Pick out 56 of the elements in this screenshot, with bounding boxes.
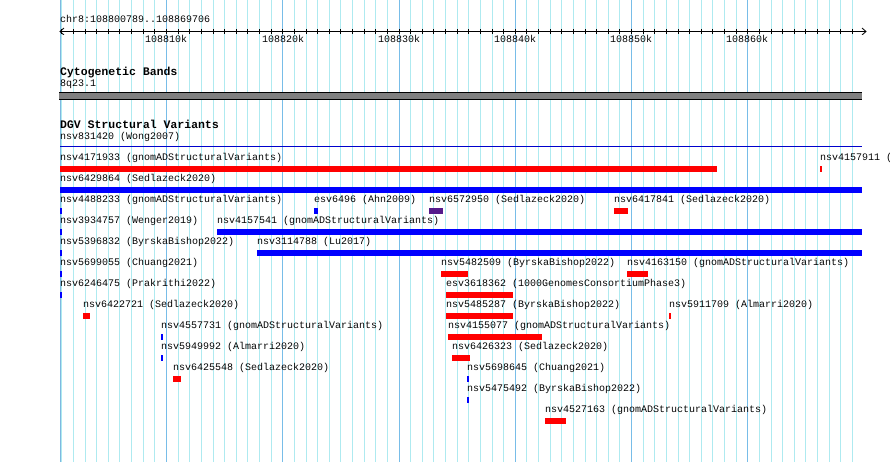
variant-label: nsv4488233 (gnomADStructuralVariants) — [60, 195, 282, 207]
variant-label: nsv6572950 (Sedlazeck2020) — [429, 195, 586, 207]
variant-label: nsv4157911 ( — [820, 153, 890, 165]
variant-bar[interactable] — [452, 355, 470, 361]
variant-bar[interactable] — [446, 313, 513, 319]
variant-bar[interactable] — [446, 292, 513, 298]
variant-label: nsv5482509 (ByrskaBishop2022) — [441, 258, 616, 270]
variant-bar[interactable] — [441, 271, 468, 277]
track-title: Cytogenetic Bands — [60, 67, 178, 79]
variant-bar[interactable] — [314, 208, 318, 214]
variant-label: esv6496 (Ahn2009) — [314, 195, 416, 207]
variant-line[interactable] — [60, 146, 862, 147]
track-title: DGV Structural Variants — [60, 120, 219, 132]
variant-bar[interactable] — [257, 250, 862, 256]
variant-label: nsv4557731 (gnomADStructuralVariants) — [161, 321, 384, 333]
variant-bar[interactable] — [60, 166, 717, 172]
variant-bar[interactable] — [83, 313, 90, 319]
variant-label: nsv6426323 (Sedlazeck2020) — [452, 342, 608, 354]
variant-label: nsv6429864 (Sedlazeck2020) — [60, 174, 216, 186]
variant-label: nsv6417841 (Sedlazeck2020) — [614, 195, 770, 207]
variant-label: nsv5699055 (Chuang2021) — [60, 258, 198, 270]
band-label: 8q23.1 — [60, 79, 96, 91]
variant-label: nsv5911709 (Almarri2020) — [669, 300, 814, 312]
variant-bar[interactable] — [448, 334, 542, 340]
variant-label: nsv6425548 (Sedlazeck2020) — [173, 363, 330, 375]
variant-label: nsv4527163 (gnomADStructuralVariants) — [545, 405, 768, 417]
variant-label: nsv4157541 (gnomADStructuralVariants) — [217, 216, 440, 228]
variant-label: nsv3114788 (Lu2017) — [257, 237, 372, 249]
tick-label: 108820k — [262, 35, 304, 47]
variant-bar[interactable] — [60, 187, 862, 193]
region-label: chr8:108800789..108869706 — [60, 15, 210, 27]
tick-label: 108830k — [378, 35, 420, 47]
variant-label: nsv4155077 (gnomADStructuralVariants) — [448, 321, 670, 333]
variant-label: esv3618362 (1000GenomesConsortiumPhase3) — [446, 279, 686, 291]
variant-label: nsv831420 (Wong2007) — [60, 132, 180, 144]
variant-bar[interactable] — [217, 229, 862, 235]
variant-label: nsv4163150 (gnomADStructuralVariants) — [627, 258, 850, 270]
variant-label: nsv5698645 (Chuang2021) — [467, 363, 606, 375]
variant-bar[interactable] — [627, 271, 648, 277]
variant-label: nsv6246475 (Prakrithi2022) — [60, 279, 216, 291]
tick-label: 108810k — [145, 35, 187, 47]
variant-label: nsv5475492 (ByrskaBishop2022) — [467, 384, 642, 396]
variant-label: nsv5949992 (Almarri2020) — [161, 342, 306, 354]
tick-label: 108860k — [726, 35, 768, 47]
variant-label: nsv4171933 (gnomADStructuralVariants) — [60, 153, 282, 165]
variant-label: nsv5396832 (ByrskaBishop2022) — [60, 237, 234, 249]
variant-label: nsv5485287 (ByrskaBishop2022) — [446, 300, 620, 312]
variant-label: nsv3934757 (Wenger2019) — [60, 216, 198, 228]
chromosome-band[interactable] — [59, 92, 862, 100]
tick-label: 108840k — [494, 35, 536, 47]
variant-bar[interactable] — [173, 376, 181, 382]
variant-label: nsv6422721 (Sedlazeck2020) — [83, 300, 240, 312]
variant-bar[interactable] — [429, 208, 443, 214]
variant-bar[interactable] — [545, 418, 566, 424]
tick-label: 108850k — [610, 35, 652, 47]
variant-bar[interactable] — [614, 208, 628, 214]
